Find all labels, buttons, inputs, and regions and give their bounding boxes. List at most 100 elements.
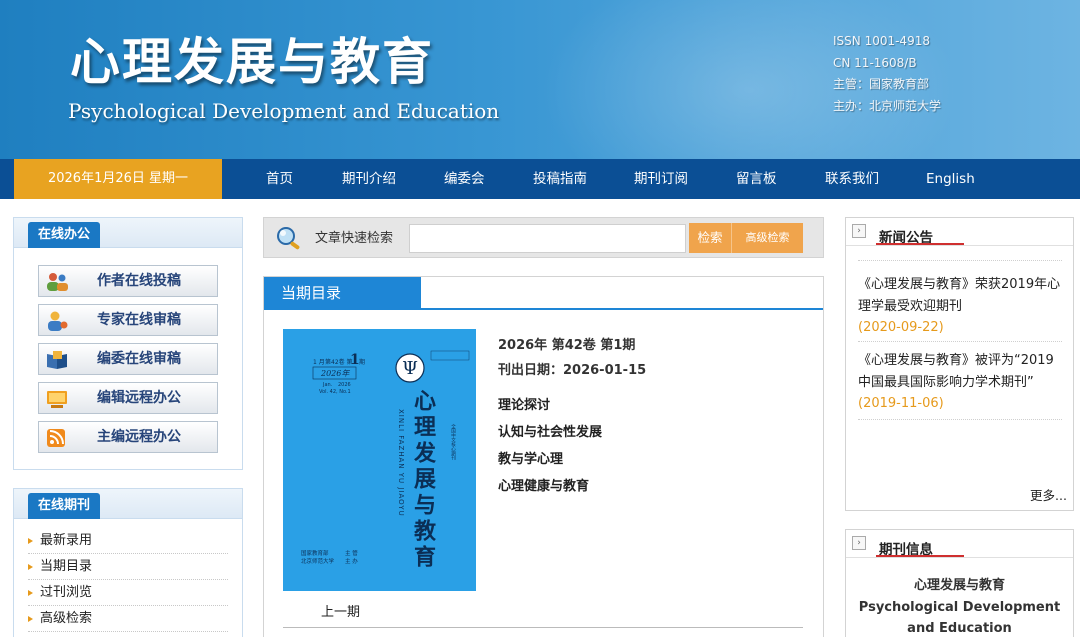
issue-pub-date: 刊出日期：2026-01-15 xyxy=(498,363,647,378)
news-more-link[interactable]: 更多... xyxy=(1030,485,1067,504)
news-item[interactable]: 《心理发展与教育》被评为“2019中国最具国际影响力学术期刊” (2019-11… xyxy=(858,350,1064,415)
magnifier-icon xyxy=(277,227,300,250)
issue-info: 2026年 第42卷 第1期 刊出日期：2026-01-15 xyxy=(498,334,646,378)
cover-pub-left2: 北京师范大学 xyxy=(301,557,335,565)
expert-icon xyxy=(48,311,68,331)
quick-search-label: 文章快速检索 xyxy=(315,231,394,246)
cover-jan: Jan. xyxy=(322,382,333,388)
journal-title-en: Psychological Development and Education xyxy=(68,99,500,123)
journal-meta: ISSN 1001-4918 CN 11-1608/B 主管：国家教育部 主办：… xyxy=(833,31,941,117)
news-item-text: 《心理发展与教育》被评为“2019中国最具国际影响力学术期刊” xyxy=(858,353,1054,390)
editor-review-button[interactable]: 编委在线审稿 xyxy=(38,343,218,375)
cover-pub-right2: 主 办 xyxy=(345,557,358,565)
site-header: 心理发展与教育 Psychological Development and Ed… xyxy=(0,0,1080,159)
journal-title-cn: 心理发展与教育 xyxy=(70,33,434,91)
news-item-text: 《心理发展与教育》荣获2019年心理学最受欢迎期刊 xyxy=(858,277,1061,314)
news-title-underline xyxy=(876,243,964,245)
main-nav: 2026年1月26日 星期一 首页 期刊介绍 编委会 投稿指南 期刊订阅 留言板… xyxy=(0,159,1080,199)
category-teaching-learning[interactable]: 教与学心理 xyxy=(498,446,602,473)
editor-remote-label: 编辑远程办公 xyxy=(97,390,181,406)
category-theory[interactable]: 理论探讨 xyxy=(498,392,602,419)
cover-pub-right1: 主 管 xyxy=(345,549,358,557)
current-date: 2026年1月26日 星期一 xyxy=(14,159,222,199)
news-item[interactable]: 《心理发展与教育》荣获2019年心理学最受欢迎期刊 (2020-09-22) xyxy=(858,274,1064,339)
cover-psi-emblem: Ψ xyxy=(402,358,418,379)
category-cognitive-social[interactable]: 认知与社会性发展 xyxy=(498,419,602,446)
news-divider xyxy=(858,341,1062,342)
news-item-date: (2019-11-06) xyxy=(858,396,944,411)
search-input[interactable] xyxy=(409,224,686,253)
link-current-issue[interactable]: 当期目录 xyxy=(28,554,228,580)
online-journal-header: 在线期刊 xyxy=(14,489,242,519)
online-office-header: 在线办公 xyxy=(14,218,242,248)
cover-pinyin: XINLI FAZHAN YU JIAOYU xyxy=(397,409,405,517)
nav-contact[interactable]: 联系我们 xyxy=(825,159,879,199)
cover-month: 1 月 xyxy=(313,359,325,366)
cover-period: 期 xyxy=(359,358,365,366)
author-submit-button[interactable]: 作者在线投稿 xyxy=(38,265,218,297)
cn-text: CN 11-1608/B xyxy=(833,55,917,70)
category-mental-health[interactable]: 心理健康与教育 xyxy=(498,473,602,500)
editor-review-label: 编委在线审稿 xyxy=(97,351,181,367)
online-office-panel: 在线办公 作者在线投稿 专家在线审稿 编委在线审稿 编辑远程办公 主编远程办公 xyxy=(13,217,243,470)
nav-message-board[interactable]: 留言板 xyxy=(736,159,777,199)
news-panel: › 新闻公告 《心理发展与教育》荣获2019年心理学最受欢迎期刊 (2020-0… xyxy=(845,217,1074,511)
news-divider xyxy=(858,419,1062,420)
supervisor-text: 主管：国家教育部 xyxy=(833,77,930,91)
sponsor-text: 主办：北京师范大学 xyxy=(833,98,942,113)
journal-info-panel: › 期刊信息 心理发展与教育 Psychological Development… xyxy=(845,529,1074,637)
rss-icon xyxy=(47,429,65,447)
author-submit-label: 作者在线投稿 xyxy=(97,273,181,289)
online-office-title: 在线办公 xyxy=(28,222,101,248)
journal-info-underline xyxy=(876,555,964,557)
journal-name-cn: 心理发展与教育 xyxy=(913,578,1005,593)
book-icon xyxy=(47,351,67,369)
nav-subscription[interactable]: 期刊订阅 xyxy=(634,159,688,199)
nav-english[interactable]: English xyxy=(926,159,975,199)
cover-year-en: 2026 xyxy=(338,382,351,388)
cover-vol-en: Vol. 42, No.1 xyxy=(319,389,351,395)
journal-links: 最新录用 当期目录 过刊浏览 高级检索 xyxy=(28,528,228,632)
expert-review-button[interactable]: 专家在线审稿 xyxy=(38,304,218,336)
news-top-divider xyxy=(858,260,1062,261)
nav-submission-guide[interactable]: 投稿指南 xyxy=(533,159,587,199)
cover-pub-left1: 国家教育部 xyxy=(301,549,329,557)
nav-editorial-board[interactable]: 编委会 xyxy=(444,159,485,199)
issue-volume: 2026年 第42卷 第1期 xyxy=(498,338,636,353)
current-issue-tabbar: 当期目录 xyxy=(264,277,823,310)
link-latest-accepted[interactable]: 最新录用 xyxy=(28,528,228,554)
cover-title-vertical: 心理发展与教育 xyxy=(410,389,437,571)
online-journal-panel: 在线期刊 最新录用 当期目录 过刊浏览 高级检索 xyxy=(13,488,243,637)
link-past-issues[interactable]: 过刊浏览 xyxy=(28,580,228,606)
journal-info-header: › 期刊信息 xyxy=(846,530,1073,558)
current-issue-panel: 当期目录 1 月 第42卷 第 1 期 2026年 Jan. 2026 Vol.… xyxy=(263,276,824,637)
journal-info-body: 心理发展与教育 Psychological Development and Ed… xyxy=(846,575,1073,637)
monitor-icon xyxy=(47,391,67,408)
cover-vol-label: 第42卷 第 xyxy=(325,358,353,366)
advanced-search-button[interactable]: 高级检索 xyxy=(731,223,803,253)
issue-cover[interactable]: 1 月 第42卷 第 1 期 2026年 Jan. 2026 Vol. 42, … xyxy=(283,329,476,591)
nav-journal-intro[interactable]: 期刊介绍 xyxy=(342,159,396,199)
online-journal-title: 在线期刊 xyxy=(28,493,101,519)
issue-bottom-divider xyxy=(283,627,803,628)
expert-review-label: 专家在线审稿 xyxy=(97,312,181,328)
users-icon xyxy=(47,273,68,291)
editor-remote-button[interactable]: 编辑远程办公 xyxy=(38,382,218,414)
chief-remote-button[interactable]: 主编远程办公 xyxy=(38,421,218,453)
issue-categories: 理论探讨 认知与社会性发展 教与学心理 心理健康与教育 xyxy=(498,392,602,500)
quick-search-bar: 文章快速检索 检索 高级检索 xyxy=(263,217,824,258)
search-button[interactable]: 检索 xyxy=(689,223,731,253)
news-header: › 新闻公告 xyxy=(846,218,1073,246)
nav-home[interactable]: 首页 xyxy=(266,159,293,199)
journal-name-en-1: Psychological Development xyxy=(858,599,1061,615)
current-issue-tab[interactable]: 当期目录 xyxy=(264,277,421,310)
cover-art: 1 月 第42卷 第 1 期 2026年 Jan. 2026 Vol. 42, … xyxy=(283,329,476,591)
journal-name-en-2: and Education xyxy=(907,621,1012,636)
previous-issue-link[interactable]: 上一期 xyxy=(321,601,360,620)
chief-remote-label: 主编远程办公 xyxy=(97,429,181,445)
link-advanced-search[interactable]: 高级检索 xyxy=(28,606,228,632)
news-item-date: (2020-09-22) xyxy=(858,320,944,335)
cover-year: 2026年 xyxy=(320,369,350,378)
arrow-right-icon: › xyxy=(852,224,866,238)
arrow-right-icon: › xyxy=(852,536,866,550)
